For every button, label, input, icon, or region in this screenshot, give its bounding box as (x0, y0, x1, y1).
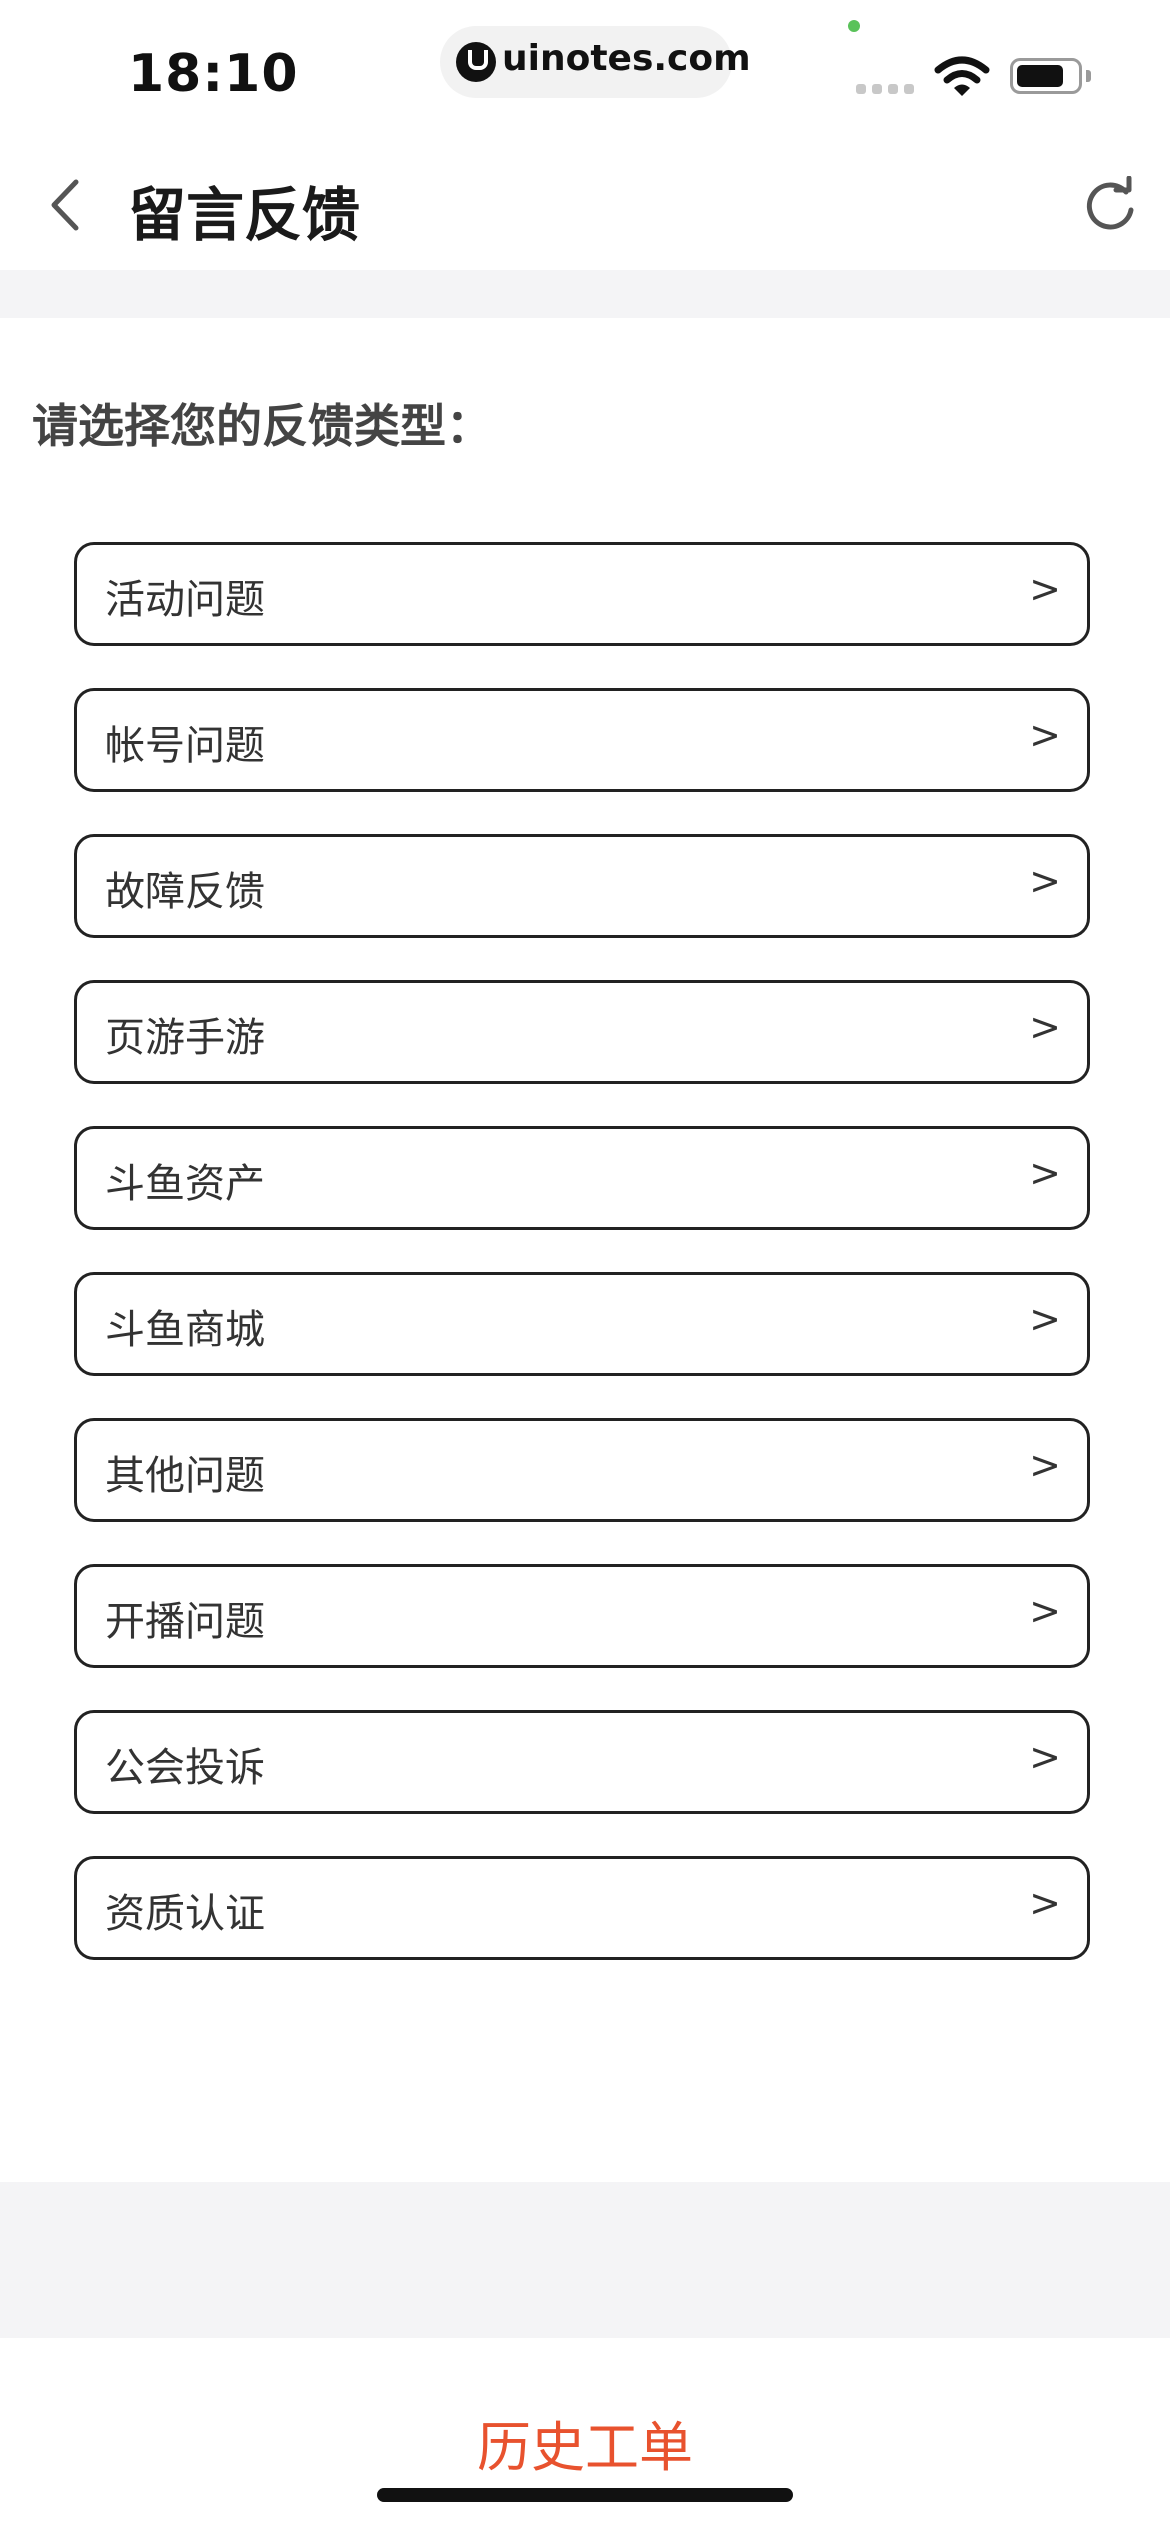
option-label: 故障反馈 (105, 869, 265, 915)
chevron-right-icon: > (1029, 1151, 1061, 1195)
feedback-type-list: 活动问题 > 帐号问题 > 故障反馈 > 页游手游 > 斗鱼资产 > 斗鱼商城 … (74, 542, 1090, 2002)
feedback-option-certification[interactable]: 资质认证 > (74, 1856, 1090, 1960)
url-pill[interactable]: uinotes.com (440, 26, 751, 98)
option-label: 开播问题 (105, 1599, 265, 1645)
home-indicator[interactable] (377, 2488, 793, 2502)
option-label: 公会投诉 (105, 1745, 265, 1791)
chevron-right-icon: > (1029, 1881, 1061, 1925)
chevron-right-icon: > (1029, 567, 1061, 611)
chevron-right-icon: > (1029, 1005, 1061, 1049)
page-title: 留言反馈 (128, 181, 361, 249)
feedback-option-mall[interactable]: 斗鱼商城 > (74, 1272, 1090, 1376)
privacy-indicator-icon (848, 20, 860, 32)
chevron-right-icon: > (1029, 1589, 1061, 1633)
battery-icon (1010, 58, 1082, 94)
footer-bar: 历史工单 (0, 2338, 1170, 2532)
option-label: 页游手游 (105, 1015, 265, 1061)
option-label: 斗鱼资产 (105, 1161, 265, 1207)
option-label: 活动问题 (105, 577, 265, 623)
feedback-option-other[interactable]: 其他问题 > (74, 1418, 1090, 1522)
feedback-option-account[interactable]: 帐号问题 > (74, 688, 1090, 792)
option-label: 资质认证 (105, 1891, 265, 1937)
feedback-option-assets[interactable]: 斗鱼资产 > (74, 1126, 1090, 1230)
feedback-option-streaming[interactable]: 开播问题 > (74, 1564, 1090, 1668)
chevron-right-icon: > (1029, 713, 1061, 757)
divider-strip (0, 270, 1170, 318)
nav-bar: 留言反馈 (0, 140, 1170, 270)
refresh-icon[interactable] (1080, 176, 1140, 236)
chevron-right-icon: > (1029, 1443, 1061, 1487)
history-tickets-button[interactable]: 历史工单 (0, 2402, 1170, 2483)
chevron-right-icon: > (1029, 1735, 1061, 1779)
status-time: 18:10 (128, 44, 299, 104)
battery-level (1017, 65, 1063, 87)
feedback-page: 18:10 uinotes.com 留言反馈 请选择您的反馈类型： 活动问题 >… (0, 0, 1170, 2532)
wifi-icon (934, 56, 990, 96)
cellular-signal-icon (856, 84, 916, 94)
url-text: uinotes.com (502, 38, 751, 79)
option-label: 其他问题 (105, 1453, 265, 1499)
chevron-right-icon: > (1029, 859, 1061, 903)
option-label: 斗鱼商城 (105, 1307, 265, 1353)
feedback-option-games[interactable]: 页游手游 > (74, 980, 1090, 1084)
option-label: 帐号问题 (105, 723, 265, 769)
site-logo-icon (456, 42, 496, 82)
footer-spacer (0, 2182, 1170, 2338)
chevron-right-icon: > (1029, 1297, 1061, 1341)
feedback-type-prompt: 请选择您的反馈类型： (32, 399, 492, 453)
status-bar: 18:10 uinotes.com (0, 0, 1170, 140)
feedback-option-fault[interactable]: 故障反馈 > (74, 834, 1090, 938)
feedback-option-activity[interactable]: 活动问题 > (74, 542, 1090, 646)
feedback-option-guild-complaint[interactable]: 公会投诉 > (74, 1710, 1090, 1814)
chevron-left-icon[interactable] (36, 170, 96, 240)
battery-cap (1086, 70, 1091, 82)
